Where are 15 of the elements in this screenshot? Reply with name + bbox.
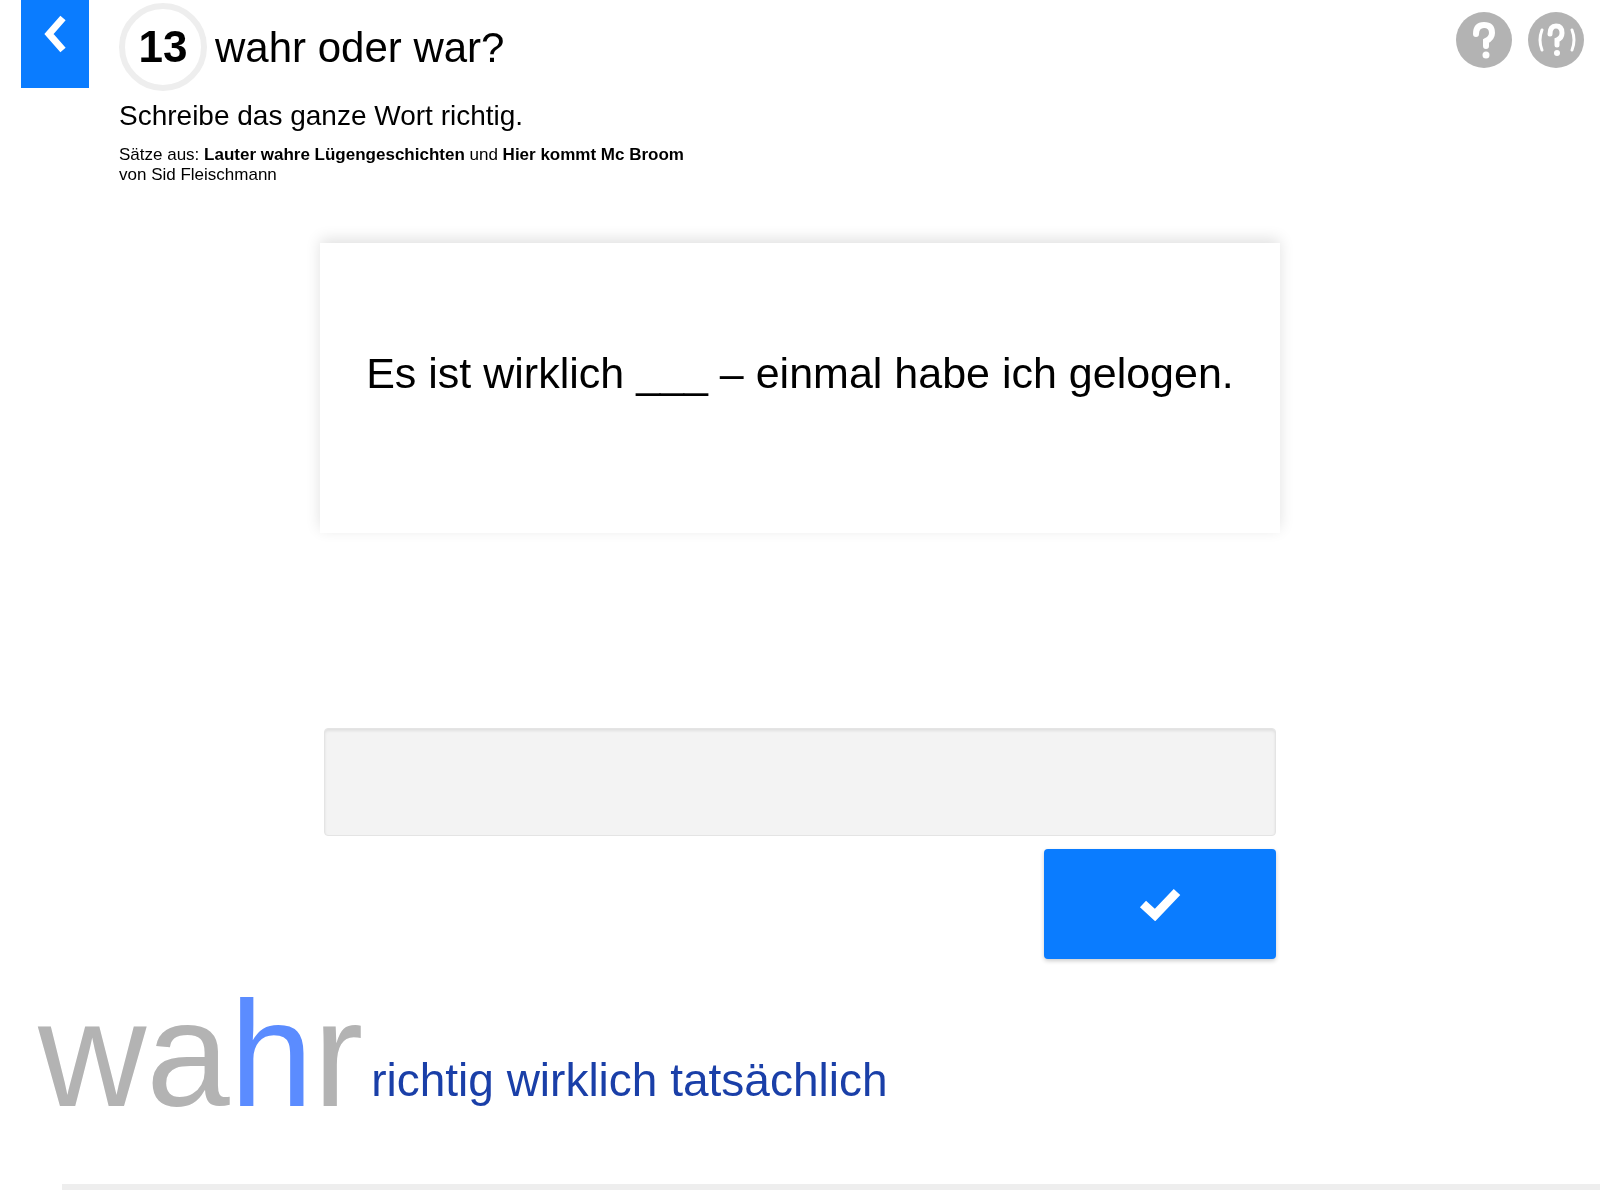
- sentence-text: Es ist wirklich ___ – einmal habe ich gelogen.: [366, 348, 1234, 399]
- back-button[interactable]: [21, 0, 89, 88]
- checkmark-icon: [1138, 887, 1182, 921]
- exercise-number: 13: [119, 3, 207, 91]
- back-icon: [42, 14, 68, 54]
- logo-word: wahr: [38, 979, 364, 1129]
- exercise-title: wahr oder war?: [215, 22, 505, 73]
- meaning-text: richtig wirklich tatsächlich: [371, 1053, 888, 1108]
- answer-field[interactable]: [324, 728, 1276, 836]
- instruction-text: Schreibe das ganze Wort richtig.: [119, 99, 525, 133]
- help-icon[interactable]: [1456, 12, 1512, 68]
- check-button[interactable]: [1044, 849, 1276, 959]
- source-text: Sätze aus: Lauter wahre Lügengeschichten und Hier kommt Mc Broom: [119, 145, 684, 165]
- audio-help-icon[interactable]: [1528, 12, 1584, 68]
- author-text: von Sid Fleischmann: [119, 165, 278, 185]
